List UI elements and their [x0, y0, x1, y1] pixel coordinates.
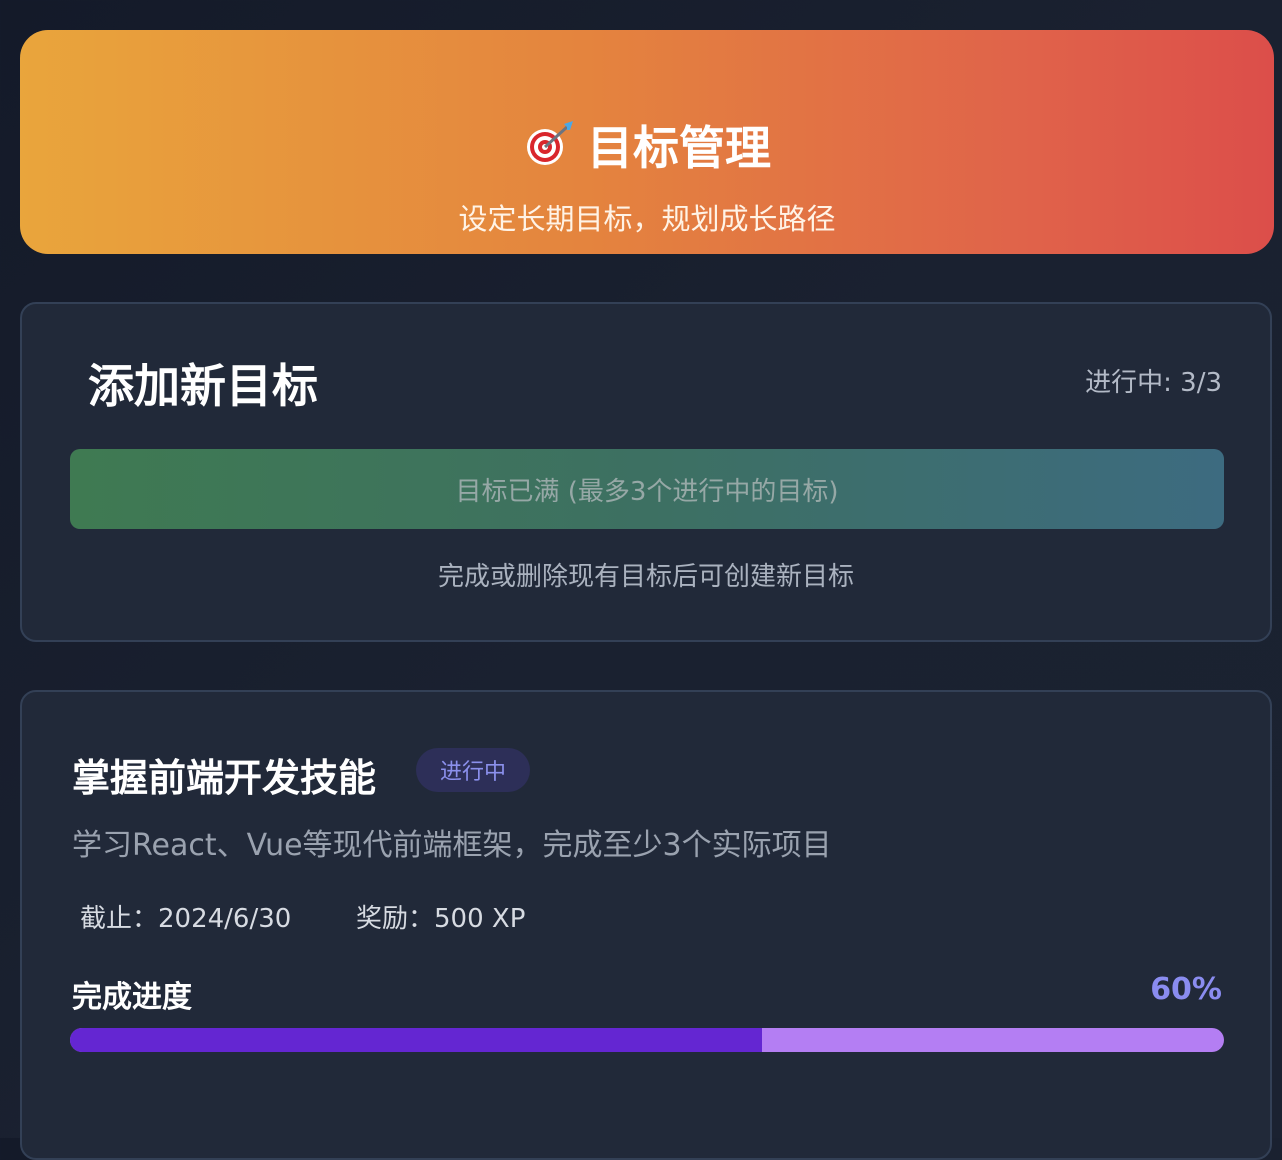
progress-label: 完成进度 [72, 980, 192, 1015]
target-dart-icon [523, 118, 575, 172]
add-goal-title: 添加新目标 [88, 359, 318, 413]
progress-bar-fill [70, 1028, 763, 1052]
add-goal-card: 添加新目标 进行中: 3/3 目标已满 (最多3个进行中的目标) 完成或删除现有… [20, 302, 1272, 642]
goal-deadline: 截止：2024/6/30 [80, 904, 292, 934]
goal-card[interactable]: 掌握前端开发技能 进行中 学习React、Vue等现代前端框架，完成至少3个实际… [20, 690, 1272, 1160]
progress-percent: 60% [1150, 972, 1222, 1007]
progress-bar [70, 1028, 1224, 1052]
goals-full-button[interactable]: 目标已满 (最多3个进行中的目标) [70, 449, 1224, 529]
goal-title: 掌握前端开发技能 [72, 756, 377, 800]
page-title: 目标管理 [587, 121, 771, 175]
add-goal-hint: 完成或删除现有目标后可创建新目标 [437, 562, 854, 592]
goal-description: 学习React、Vue等现代前端框架，完成至少3个实际项目 [72, 828, 832, 863]
page-header: 目标管理 设定长期目标，规划成长路径 [20, 30, 1274, 254]
active-goal-count: 进行中: 3/3 [1085, 368, 1222, 398]
goal-reward: 奖励：500 XP [356, 904, 526, 934]
page-subtitle: 设定长期目标，规划成长路径 [458, 202, 836, 236]
header-title-row: 目标管理 [20, 112, 1274, 178]
status-badge: 进行中 [416, 748, 530, 792]
